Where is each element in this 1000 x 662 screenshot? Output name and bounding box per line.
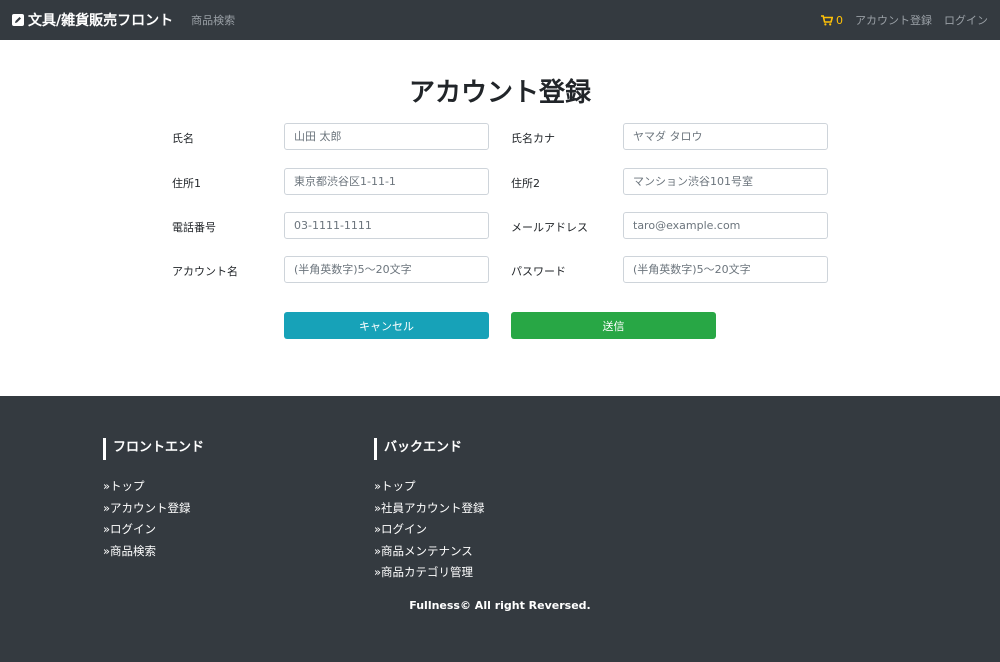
address2-label: 住所2 <box>511 177 540 190</box>
cart-count: 0 <box>836 13 843 27</box>
nav-link-login[interactable]: ログイン <box>944 12 988 28</box>
footer-backend-heading: バックエンド <box>374 438 485 460</box>
brand-link[interactable]: 文具/雑貨販売フロント <box>12 10 173 30</box>
name-label: 氏名 <box>172 132 194 145</box>
footer-backend-link-top[interactable]: »トップ <box>374 476 485 498</box>
nav-link-account-register[interactable]: アカウント登録 <box>855 12 932 28</box>
submit-button[interactable]: 送信 <box>511 312 716 339</box>
footer-backend-link-product-maintenance[interactable]: »商品メンテナンス <box>374 541 485 563</box>
footer-frontend-section: フロントエンド »トップ »アカウント登録 »ログイン »商品検索 <box>103 438 204 562</box>
account-name-input[interactable] <box>284 256 489 283</box>
phone-label: 電話番号 <box>172 221 216 234</box>
footer-frontend-heading: フロントエンド <box>103 438 204 460</box>
footer-frontend-link-register[interactable]: »アカウント登録 <box>103 498 204 520</box>
address2-input[interactable] <box>623 168 828 195</box>
phone-input[interactable] <box>284 212 489 239</box>
address1-input[interactable] <box>284 168 489 195</box>
footer-frontend-link-login[interactable]: »ログイン <box>103 519 204 541</box>
footer-frontend-link-top[interactable]: »トップ <box>103 476 204 498</box>
cart-link[interactable]: 0 <box>821 14 843 27</box>
top-navbar: 文具/雑貨販売フロント 商品検索 0 アカウント登録 ログイン <box>0 0 1000 40</box>
password-label: パスワード <box>511 265 566 278</box>
name-kana-input[interactable] <box>623 123 828 150</box>
shopping-cart-icon <box>821 14 833 25</box>
page-title: アカウント登録 <box>408 78 591 108</box>
footer-backend-link-login[interactable]: »ログイン <box>374 519 485 541</box>
pencil-square-icon <box>12 14 24 26</box>
footer-backend-link-category-management[interactable]: »商品カテゴリ管理 <box>374 562 485 584</box>
email-input[interactable] <box>623 212 828 239</box>
address1-label: 住所1 <box>172 177 201 190</box>
footer-frontend-link-search[interactable]: »商品検索 <box>103 541 204 563</box>
footer: フロントエンド »トップ »アカウント登録 »ログイン »商品検索 バックエンド… <box>0 396 1000 662</box>
password-input[interactable] <box>623 256 828 283</box>
name-input[interactable] <box>284 123 489 150</box>
footer-backend-link-employee-register[interactable]: »社員アカウント登録 <box>374 498 485 520</box>
account-name-label: アカウント名 <box>172 265 238 278</box>
cancel-button[interactable]: キャンセル <box>284 312 489 339</box>
footer-backend-section: バックエンド »トップ »社員アカウント登録 »ログイン »商品メンテナンス »… <box>374 438 485 584</box>
copyright-text: Fullness© All right Reversed. <box>409 599 591 612</box>
nav-link-product-search[interactable]: 商品検索 <box>191 12 235 28</box>
brand-label: 文具/雑貨販売フロント <box>28 13 174 29</box>
email-label: メールアドレス <box>511 221 588 234</box>
name-kana-label: 氏名カナ <box>511 132 555 145</box>
